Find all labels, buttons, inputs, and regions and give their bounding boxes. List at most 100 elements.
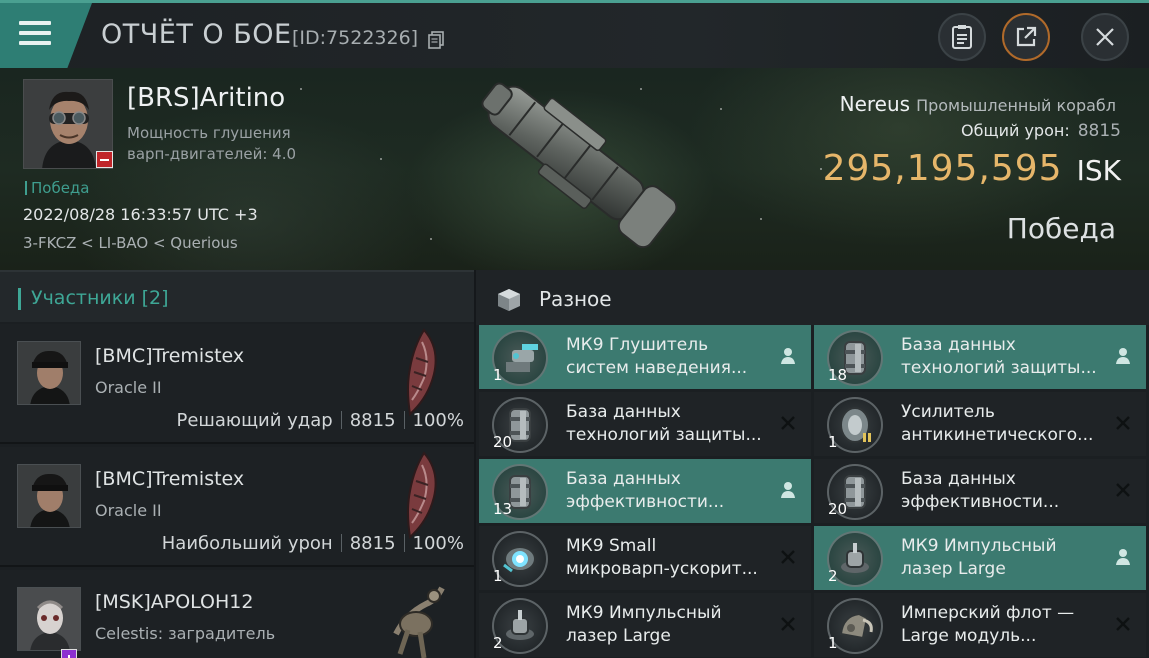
item-name-line2: лазер Large: [566, 626, 671, 646]
item-tile[interactable]: 1 Имперский флот — Large модуль...: [814, 593, 1146, 657]
dropped-person-icon: [1112, 345, 1134, 367]
result-label: Победа: [1006, 212, 1116, 245]
oracle-ship-icon[interactable]: [388, 328, 448, 416]
isk-loss: 295,195,595 ISK: [823, 148, 1121, 189]
item-name-line1: База данных: [901, 469, 1016, 489]
isk-unit: ISK: [1076, 154, 1121, 187]
victim-ship-class: Промышленный корабл: [916, 96, 1116, 115]
attacker-name[interactable]: [BMC]Tremistex: [95, 345, 244, 367]
victim-ship-label[interactable]: Nereus Промышленный корабл: [840, 92, 1116, 116]
item-tile[interactable]: 1 Усилитель антикинетического...: [814, 392, 1146, 456]
item-name-line2: Large модуль...: [901, 626, 1037, 646]
attacker-row[interactable]: [MSK]APOLOH12 Celestis: заградитель: [0, 570, 474, 658]
result-tag: Победа: [25, 179, 90, 197]
item-tile[interactable]: 1 МК9 Small микроварп-ускорит...: [479, 526, 811, 590]
item-quantity: 2: [493, 634, 503, 652]
item-name-line1: Имперский флот —: [901, 603, 1075, 623]
attacker-percent: 100%: [412, 533, 464, 554]
participants-header: Участники [2]: [0, 270, 474, 322]
destroyed-cross-icon: [777, 546, 799, 568]
item-tile[interactable]: 20 База данных эффективности...: [814, 459, 1146, 523]
items-title: Разное: [539, 287, 612, 311]
item-tile[interactable]: 18 База данных технологий защиты...: [814, 325, 1146, 389]
total-damage: Общий урон: 8815: [961, 121, 1121, 141]
pilot-portrait-icon: [18, 342, 80, 404]
stat-divider: [403, 534, 405, 552]
menu-button[interactable]: [0, 3, 92, 71]
item-name: МК9 Импульсный лазер Large: [566, 602, 722, 648]
kill-location[interactable]: 3-FKCZ < LI-BAO < Querious: [23, 234, 238, 252]
victim-stat-line1: Мощность глушения: [127, 124, 291, 142]
hamburger-icon-bar: [19, 41, 51, 45]
clipboard-button[interactable]: [938, 13, 986, 61]
item-name-line2: технологий защиты...: [566, 425, 762, 445]
attacker-avatar[interactable]: [17, 587, 81, 651]
attacker-ship: Oracle II: [95, 378, 162, 397]
top-bar: ОТЧЁТ О БОЕ [ID:7522326]: [0, 0, 1149, 71]
attacker-row[interactable]: [BMC]Tremistex Oracle II Наибольший урон…: [0, 447, 474, 567]
item-name-line1: МК9 Импульсный: [901, 536, 1057, 556]
destroyed-cross-icon: [1112, 479, 1134, 501]
hamburger-icon-bar: [19, 31, 51, 35]
items-header: Разное: [476, 270, 1149, 325]
item-name-line1: База данных: [901, 335, 1016, 355]
kill-datetime: 2022/08/28 16:33:57 UTC +3: [23, 205, 258, 224]
destroyed-cross-icon: [1112, 412, 1134, 434]
share-button[interactable]: [1002, 13, 1050, 61]
cube-icon: [498, 289, 520, 311]
pilot-portrait-icon: [18, 465, 80, 527]
participants-panel: Участники [2] [BMC]Tremistex Oracle II Р…: [0, 270, 474, 658]
attacker-name[interactable]: [BMC]Tremistex: [95, 468, 244, 490]
item-name: База данных эффективности...: [566, 468, 724, 514]
attacker-avatar[interactable]: [17, 464, 81, 528]
item-quantity: 1: [493, 567, 503, 585]
celestis-ship-icon[interactable]: [380, 574, 452, 658]
destroyed-cross-icon: [1112, 613, 1134, 635]
dropped-person-icon: [777, 479, 799, 501]
dropped-person-icon: [777, 345, 799, 367]
total-damage-value: 8815: [1077, 121, 1121, 141]
item-name-line2: эффективности...: [901, 492, 1060, 512]
attacker-stat-label: Наибольший урон: [161, 533, 333, 554]
attacker-avatar[interactable]: [17, 341, 81, 405]
stat-divider: [340, 534, 342, 552]
victim-ship-image[interactable]: [455, 70, 695, 265]
item-tile[interactable]: 20 База данных технологий защиты...: [479, 392, 811, 456]
close-icon: [1096, 28, 1114, 46]
total-damage-label: Общий урон:: [961, 121, 1070, 140]
item-name-line1: МК9 Small: [566, 536, 657, 556]
report-id: [ID:7522326]: [292, 27, 419, 49]
attacker-ship: Oracle II: [95, 501, 162, 520]
item-name: МК9 Импульсный лазер Large: [901, 535, 1057, 581]
item-name-line1: База данных: [566, 402, 681, 422]
stat-divider: [340, 411, 342, 429]
copy-icon[interactable]: [428, 31, 444, 49]
header-accent: [18, 288, 21, 310]
attacker-damage: 8815: [349, 410, 396, 431]
close-button[interactable]: [1081, 13, 1129, 61]
item-tile[interactable]: 2 МК9 Импульсный лазер Large: [479, 593, 811, 657]
item-name-line2: лазер Large: [901, 559, 1006, 579]
item-tile[interactable]: 13 База данных эффективности...: [479, 459, 811, 523]
dropped-person-icon: [1112, 546, 1134, 568]
item-name: База данных технологий защиты...: [566, 401, 762, 447]
item-name: База данных технологий защиты...: [901, 334, 1097, 380]
isk-value: 295,195,595: [822, 148, 1063, 189]
attacker-row[interactable]: [BMC]Tremistex Oracle II Решающий удар 88…: [0, 324, 474, 444]
victim-stat-line2: варп-двигателей: 4.0: [127, 145, 297, 163]
victim-pilot-name[interactable]: [BRS]Aritino: [127, 83, 285, 113]
item-name-line1: МК9 Глушитель: [566, 335, 709, 355]
item-name: Имперский флот — Large модуль...: [901, 602, 1074, 648]
item-quantity: 20: [828, 500, 848, 518]
item-name-line1: База данных: [566, 469, 681, 489]
attacker-name[interactable]: [MSK]APOLOH12: [95, 591, 253, 613]
stat-divider: [403, 411, 405, 429]
item-tile[interactable]: 2 МК9 Импульсный лазер Large: [814, 526, 1146, 590]
oracle-ship-icon[interactable]: [388, 451, 448, 539]
item-quantity: 1: [828, 634, 838, 652]
pilot-portrait-icon: [18, 588, 80, 650]
destroyed-cross-icon: [777, 613, 799, 635]
item-name: МК9 Глушитель систем наведения...: [566, 334, 747, 380]
item-quantity: 2: [828, 567, 838, 585]
item-tile[interactable]: 1 МК9 Глушитель систем наведения...: [479, 325, 811, 389]
